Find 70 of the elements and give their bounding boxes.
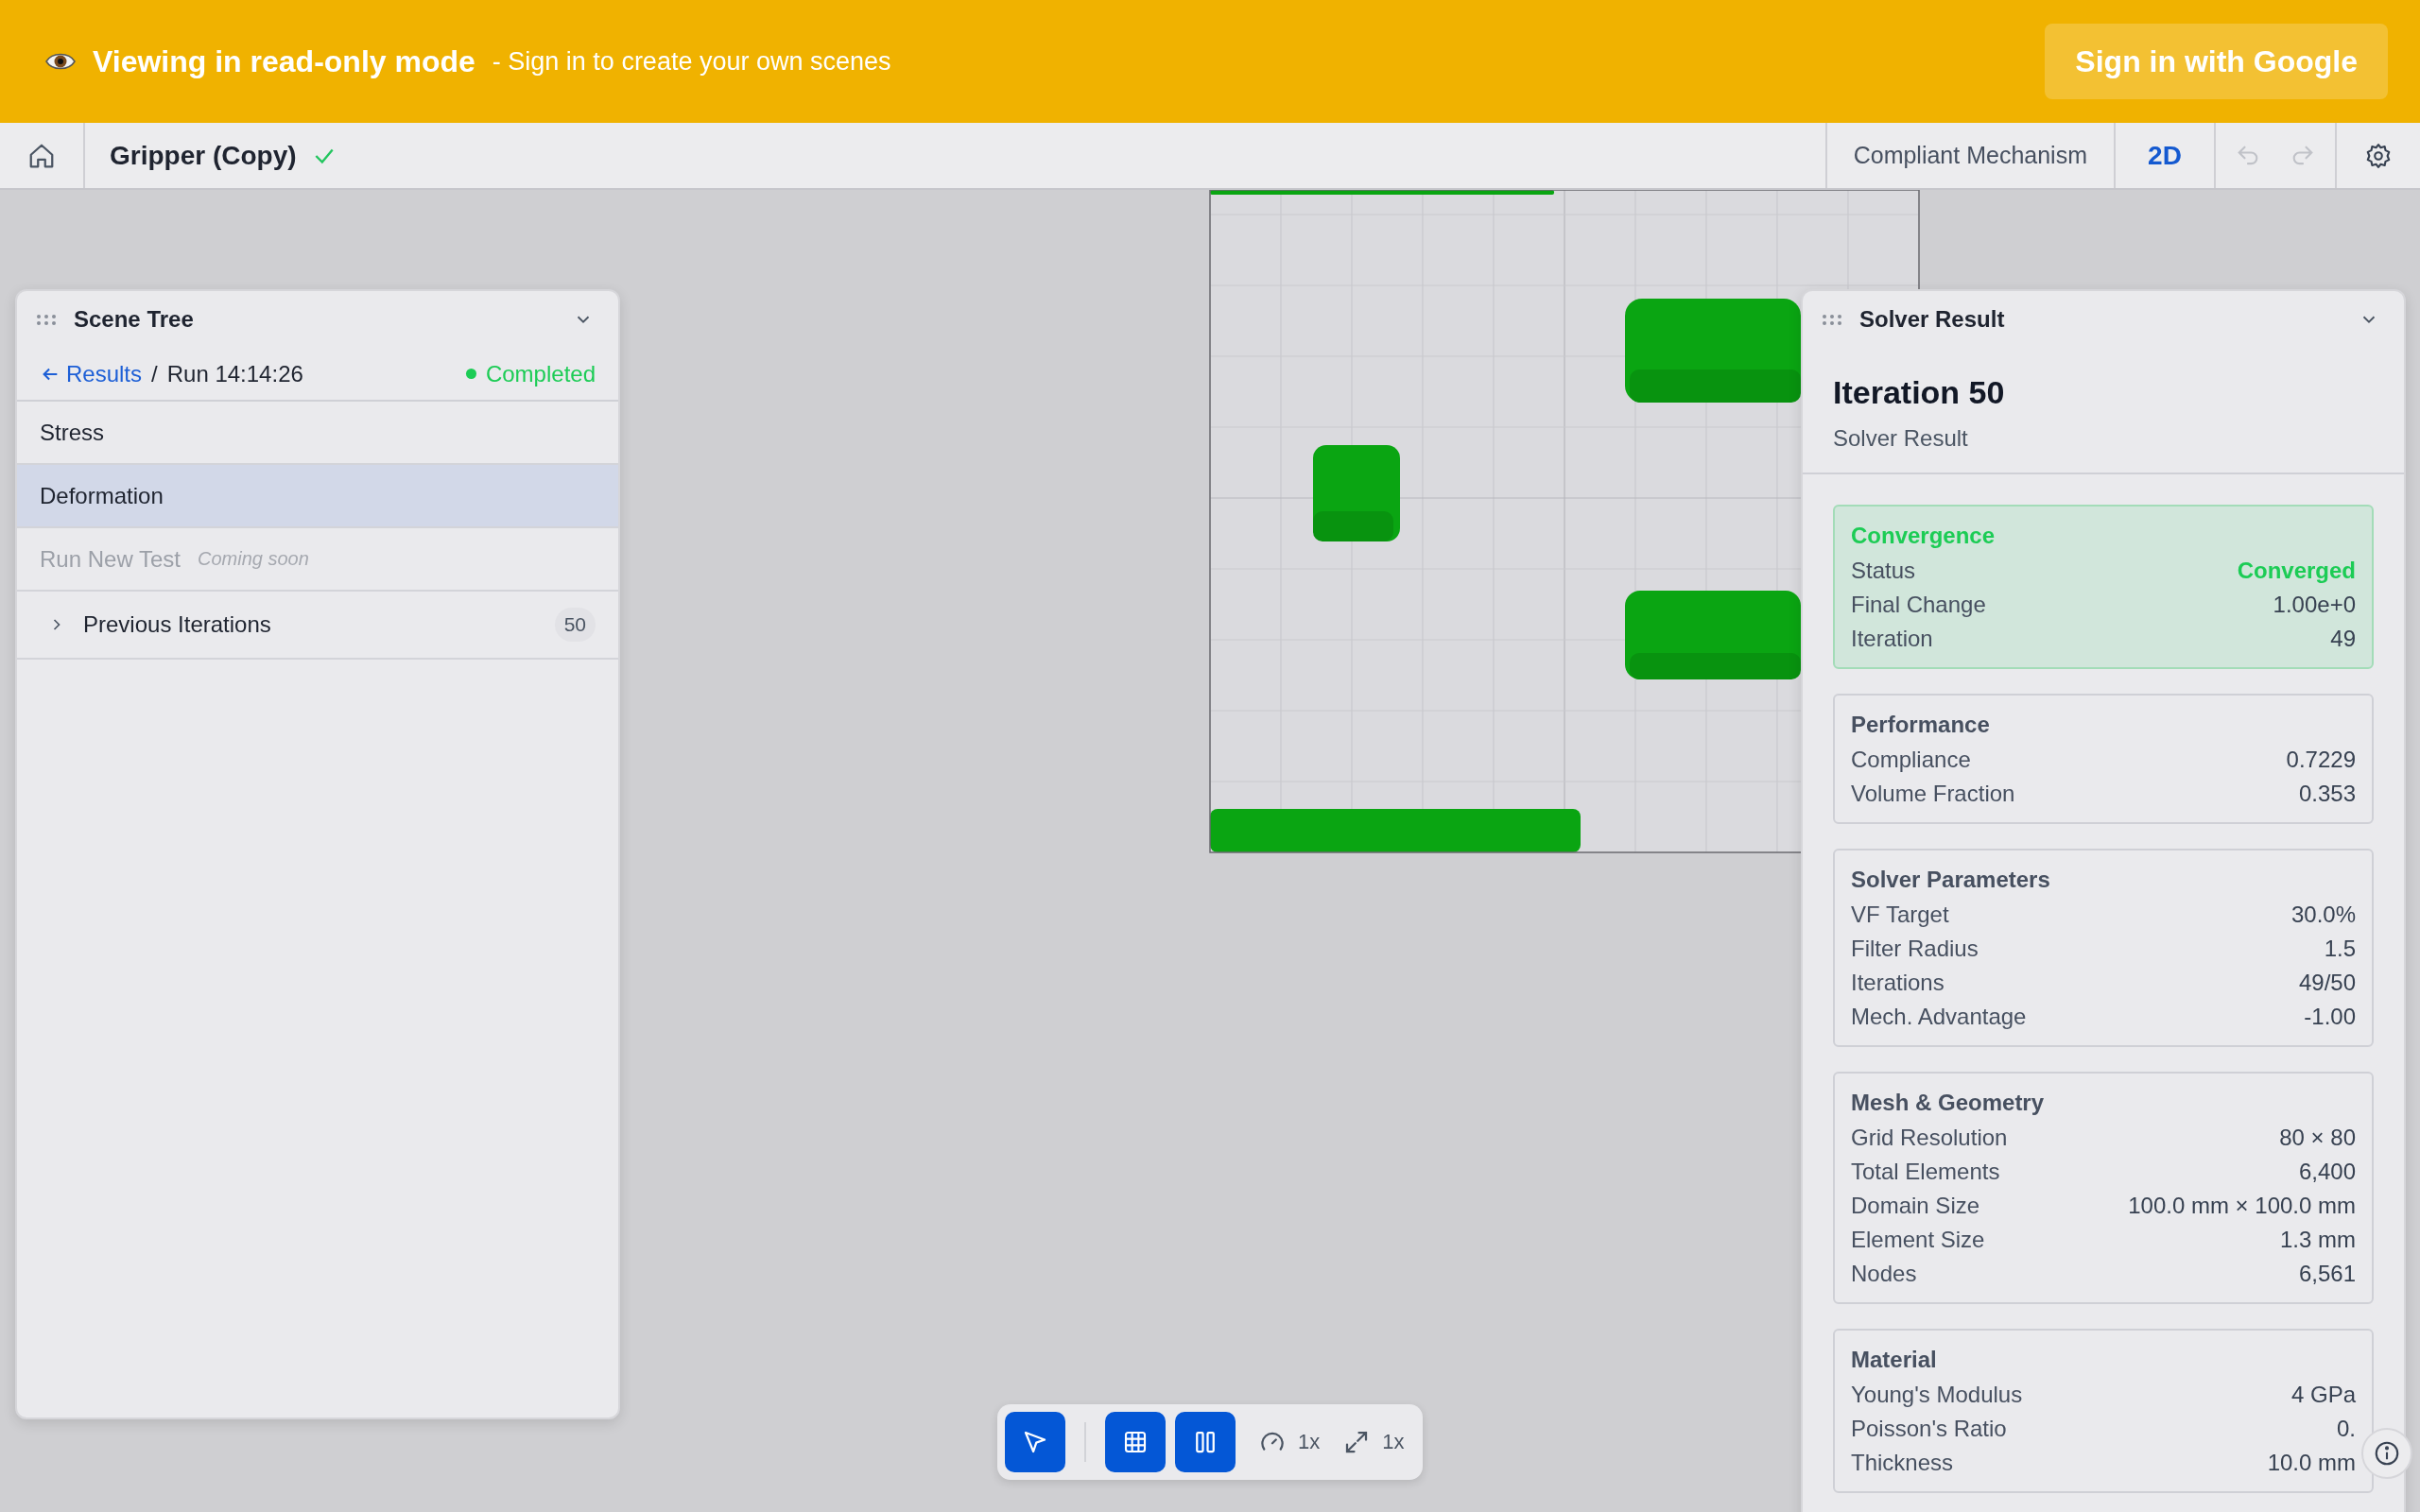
- info-icon: [2373, 1439, 2401, 1468]
- breadcrumb-separator: /: [151, 360, 158, 387]
- row-label: Final Change: [1851, 591, 1986, 619]
- row-value: 49/50: [2298, 969, 2356, 997]
- row-label: Domain Size: [1851, 1192, 1980, 1220]
- scale-control[interactable]: 1x: [1342, 1428, 1405, 1456]
- row-label: Iteration: [1851, 625, 1933, 653]
- count-badge: 50: [554, 608, 596, 642]
- row-label: Volume Fraction: [1851, 780, 2015, 808]
- item-label: Previous Iterations: [83, 611, 271, 638]
- row-value: 10.0 mm: [2267, 1449, 2356, 1477]
- tree-group[interactable]: Previous Iterations 50: [17, 592, 618, 660]
- mode-label[interactable]: Compliant Mechanism: [1824, 123, 2114, 188]
- row-label: Iterations: [1851, 969, 1945, 997]
- speed-control[interactable]: 1x: [1258, 1428, 1321, 1456]
- iteration-subheading: Solver Result: [1833, 425, 1969, 452]
- drag-handle-icon[interactable]: [1822, 314, 1842, 325]
- item-note: Coming soon: [197, 548, 309, 570]
- row-label: Compliance: [1851, 746, 1971, 774]
- card-title: Material: [1851, 1346, 1938, 1374]
- banner-title: Viewing in read-only mode: [93, 43, 475, 79]
- tree-item[interactable]: Deformation: [17, 465, 618, 528]
- row-value: 30.0%: [2290, 901, 2356, 929]
- run-status: Completed: [485, 360, 596, 387]
- card-title: Performance: [1851, 711, 1991, 739]
- results-link[interactable]: Results: [40, 360, 143, 387]
- breadcrumb-current: Run 14:14:26: [166, 360, 303, 387]
- row-label: Poisson's Ratio: [1851, 1415, 2007, 1443]
- row-label: Thickness: [1851, 1449, 1954, 1477]
- card-title: Convergence: [1851, 522, 1996, 550]
- row-label: Nodes: [1851, 1260, 1917, 1288]
- grid-tool-button[interactable]: [1105, 1412, 1166, 1472]
- item-label: Deformation: [40, 482, 164, 509]
- view-toggle[interactable]: 2D: [2114, 123, 2214, 188]
- row-value: 1.00e+0: [2273, 591, 2356, 619]
- iteration-heading: Iteration 50: [1833, 373, 2006, 412]
- row-label: Element Size: [1851, 1226, 1985, 1254]
- settings-icon[interactable]: [2364, 141, 2393, 170]
- select-tool-button[interactable]: [1005, 1412, 1065, 1472]
- row-value: Converged: [2237, 557, 2356, 585]
- row-label: Total Elements: [1851, 1158, 2000, 1186]
- row-value: -1.00: [2304, 1003, 2356, 1031]
- row-label: Status: [1851, 557, 1916, 585]
- row-value: 4 GPa: [2290, 1381, 2356, 1409]
- panel-title: Solver Result: [1859, 306, 2005, 333]
- row-label: Grid Resolution: [1851, 1124, 2008, 1152]
- row-value: 1.3 mm: [2280, 1226, 2356, 1254]
- row-label: Filter Radius: [1851, 935, 1979, 963]
- row-value: 1.5: [2324, 935, 2356, 963]
- row-value: 80 × 80: [2279, 1124, 2356, 1152]
- item-label: Stress: [40, 419, 104, 446]
- item-label: Run New Test: [40, 545, 181, 573]
- row-value: 0.353: [2298, 780, 2356, 808]
- card-title: Mesh & Geometry: [1851, 1089, 2046, 1117]
- row-value: 49: [2330, 625, 2356, 653]
- row-value: 100.0 mm × 100.0 mm: [2128, 1192, 2356, 1220]
- row-label: VF Target: [1851, 901, 1949, 929]
- project-title: Gripper (Copy): [110, 140, 297, 171]
- banner-subtitle: - Sign in to create your own scenes: [492, 46, 891, 77]
- row-value: 0.7229: [2286, 746, 2356, 774]
- status-dot: [465, 369, 476, 379]
- row-label: Mech. Advantage: [1851, 1003, 2027, 1031]
- drag-handle-icon[interactable]: [36, 314, 57, 325]
- row-value: 6,561: [2298, 1260, 2356, 1288]
- card-title: Solver Parameters: [1851, 866, 2051, 894]
- row-label: Young's Modulus: [1851, 1381, 2023, 1409]
- columns-tool-button[interactable]: [1175, 1412, 1236, 1472]
- row-value: 0.: [2337, 1415, 2356, 1443]
- row-value: 6,400: [2298, 1158, 2356, 1186]
- panel-title: Scene Tree: [74, 306, 194, 333]
